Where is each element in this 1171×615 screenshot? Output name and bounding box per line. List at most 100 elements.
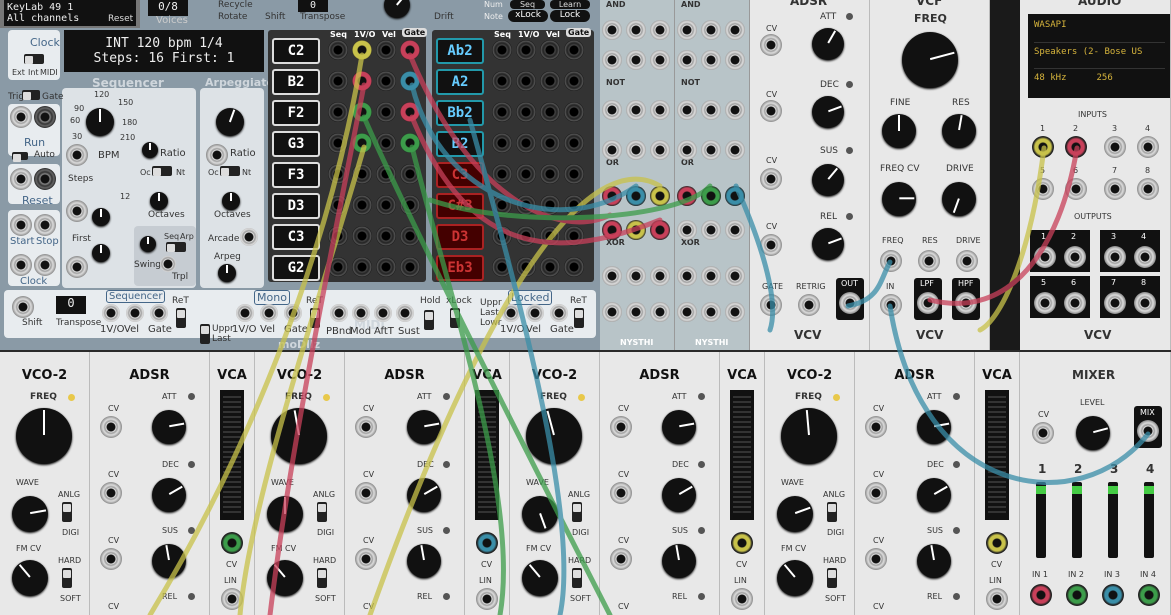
swing-cv-jack[interactable] <box>160 256 176 272</box>
left-1vo-jack[interactable] <box>352 133 372 153</box>
vco-fmcv-knob[interactable] <box>12 560 48 596</box>
nysthi-gate-jack[interactable] <box>626 20 646 40</box>
left-gate-jack[interactable] <box>400 226 420 246</box>
reset-jack[interactable] <box>10 168 32 190</box>
nysthi-gate-jack[interactable] <box>650 140 670 160</box>
right-1vo-jack[interactable] <box>516 164 536 184</box>
audio-display[interactable]: WASAPI Speakers (2- Bose US 48 kHz 256 <box>1028 14 1170 98</box>
locked-vel-out-jack[interactable] <box>526 304 544 322</box>
vco-freq-knob[interactable] <box>526 408 582 464</box>
adsr-sus-knob[interactable] <box>407 544 441 578</box>
adsr-sus-knob[interactable] <box>812 164 844 196</box>
seq-octaves-knob[interactable] <box>150 192 168 210</box>
right-gate-jack[interactable] <box>564 195 584 215</box>
learn-button[interactable]: Learn <box>550 0 590 9</box>
right-seq-jack[interactable] <box>492 133 512 153</box>
nysthi-gate-jack[interactable] <box>602 302 622 322</box>
right-1vo-jack[interactable] <box>516 71 536 91</box>
left-gate-jack[interactable] <box>400 71 420 91</box>
nysthi-gate-jack[interactable] <box>626 140 646 160</box>
left-seq-jack[interactable] <box>328 226 348 246</box>
adsr-dec-cv-jack[interactable] <box>610 482 632 504</box>
first-cv-jack[interactable] <box>66 256 88 278</box>
seq-vel-out-jack[interactable] <box>126 304 144 322</box>
note-button-left[interactable]: B2 <box>272 69 320 95</box>
first-knob[interactable] <box>92 244 110 262</box>
note-button-right[interactable]: D3 <box>436 224 484 250</box>
nysthi-gate-jack[interactable] <box>677 302 697 322</box>
adsr-sus-cv-jack[interactable] <box>100 548 122 570</box>
adsr-att-knob[interactable] <box>407 410 441 444</box>
pbnd-jack[interactable] <box>330 304 348 322</box>
aftt-jack[interactable] <box>374 304 392 322</box>
vco-freq-knob[interactable] <box>16 408 72 464</box>
right-gate-jack[interactable] <box>564 133 584 153</box>
right-gate-jack[interactable] <box>564 71 584 91</box>
vco-anlg-digi-switch[interactable] <box>317 502 327 522</box>
mixer-ch-fader[interactable] <box>1108 482 1118 558</box>
adsr-att-cv-jack[interactable] <box>610 416 632 438</box>
left-seq-jack[interactable] <box>328 257 348 277</box>
nysthi-gate-jack[interactable] <box>602 186 622 206</box>
note-button-left[interactable]: D3 <box>272 193 320 219</box>
arcade-jack[interactable] <box>240 228 258 246</box>
adsr-dec-cv-jack[interactable] <box>355 482 377 504</box>
seq-1vo-out-jack[interactable] <box>102 304 120 322</box>
vco-hard-soft-switch[interactable] <box>572 568 582 588</box>
right-vel-jack[interactable] <box>540 102 560 122</box>
top-transpose-display[interactable]: 0 <box>298 0 328 12</box>
arpeg-knob[interactable] <box>218 264 236 282</box>
nysthi-gate-jack[interactable] <box>626 186 646 206</box>
mixer-in-jack[interactable] <box>1138 584 1160 606</box>
arp-ratio-jack[interactable] <box>206 144 228 166</box>
note-button-left[interactable]: F3 <box>272 162 320 188</box>
right-seq-jack[interactable] <box>492 226 512 246</box>
audio-out-jack[interactable] <box>1134 292 1156 314</box>
adsr-rel-knob[interactable] <box>812 228 844 260</box>
adsr-att-knob[interactable] <box>152 410 186 444</box>
mono-1vo-out-jack[interactable] <box>236 304 254 322</box>
right-1vo-jack[interactable] <box>516 257 536 277</box>
vco-anlg-digi-switch[interactable] <box>572 502 582 522</box>
nysthi-gate-jack[interactable] <box>701 50 721 70</box>
right-seq-jack[interactable] <box>492 40 512 60</box>
vco-freq-knob[interactable] <box>271 408 327 464</box>
audio-in-jack[interactable] <box>1137 136 1159 158</box>
left-1vo-jack[interactable] <box>352 40 372 60</box>
drift-knob[interactable] <box>384 0 410 18</box>
note-button-left[interactable]: C2 <box>272 38 320 64</box>
adsr-sus-cv-jack[interactable] <box>355 548 377 570</box>
adsr-sus-knob[interactable] <box>152 544 186 578</box>
transpose-display[interactable]: 0 <box>56 296 86 314</box>
auto-switch[interactable] <box>12 152 28 162</box>
right-seq-jack[interactable] <box>492 164 512 184</box>
nysthi-gate-jack[interactable] <box>725 302 745 322</box>
vcf-freq-knob[interactable] <box>902 32 958 88</box>
audio-out-jack[interactable] <box>1034 292 1056 314</box>
mono-ret-switch[interactable] <box>310 308 320 328</box>
nysthi-gate-jack[interactable] <box>677 50 697 70</box>
vcf-lpf-jack[interactable] <box>917 292 939 314</box>
arp-oct-note-switch[interactable] <box>220 166 240 176</box>
adsr-gate-jack[interactable] <box>760 294 782 316</box>
right-gate-jack[interactable] <box>564 226 584 246</box>
clock-out-jack[interactable] <box>34 254 56 276</box>
note-button-right[interactable]: Ab2 <box>436 38 484 64</box>
start-jack[interactable] <box>10 214 32 236</box>
right-vel-jack[interactable] <box>540 40 560 60</box>
nysthi-gate-jack[interactable] <box>650 20 670 40</box>
nysthi-gate-jack[interactable] <box>701 220 721 240</box>
nysthi-gate-jack[interactable] <box>650 186 670 206</box>
vco-wave-knob[interactable] <box>777 496 813 532</box>
trig-gate-switch[interactable] <box>22 90 40 100</box>
vcf-hpf-jack[interactable] <box>955 292 977 314</box>
audio-device[interactable]: Speakers (2- Bose US <box>1034 42 1165 68</box>
left-vel-jack[interactable] <box>376 257 396 277</box>
mono-priority-switch[interactable] <box>200 324 210 344</box>
note-button-left[interactable]: C3 <box>272 224 320 250</box>
nysthi-gate-jack[interactable] <box>650 302 670 322</box>
adsr-sus-knob[interactable] <box>662 544 696 578</box>
right-1vo-jack[interactable] <box>516 195 536 215</box>
vcf-drive-cv-jack[interactable] <box>956 250 978 272</box>
audio-in-jack[interactable] <box>1104 136 1126 158</box>
